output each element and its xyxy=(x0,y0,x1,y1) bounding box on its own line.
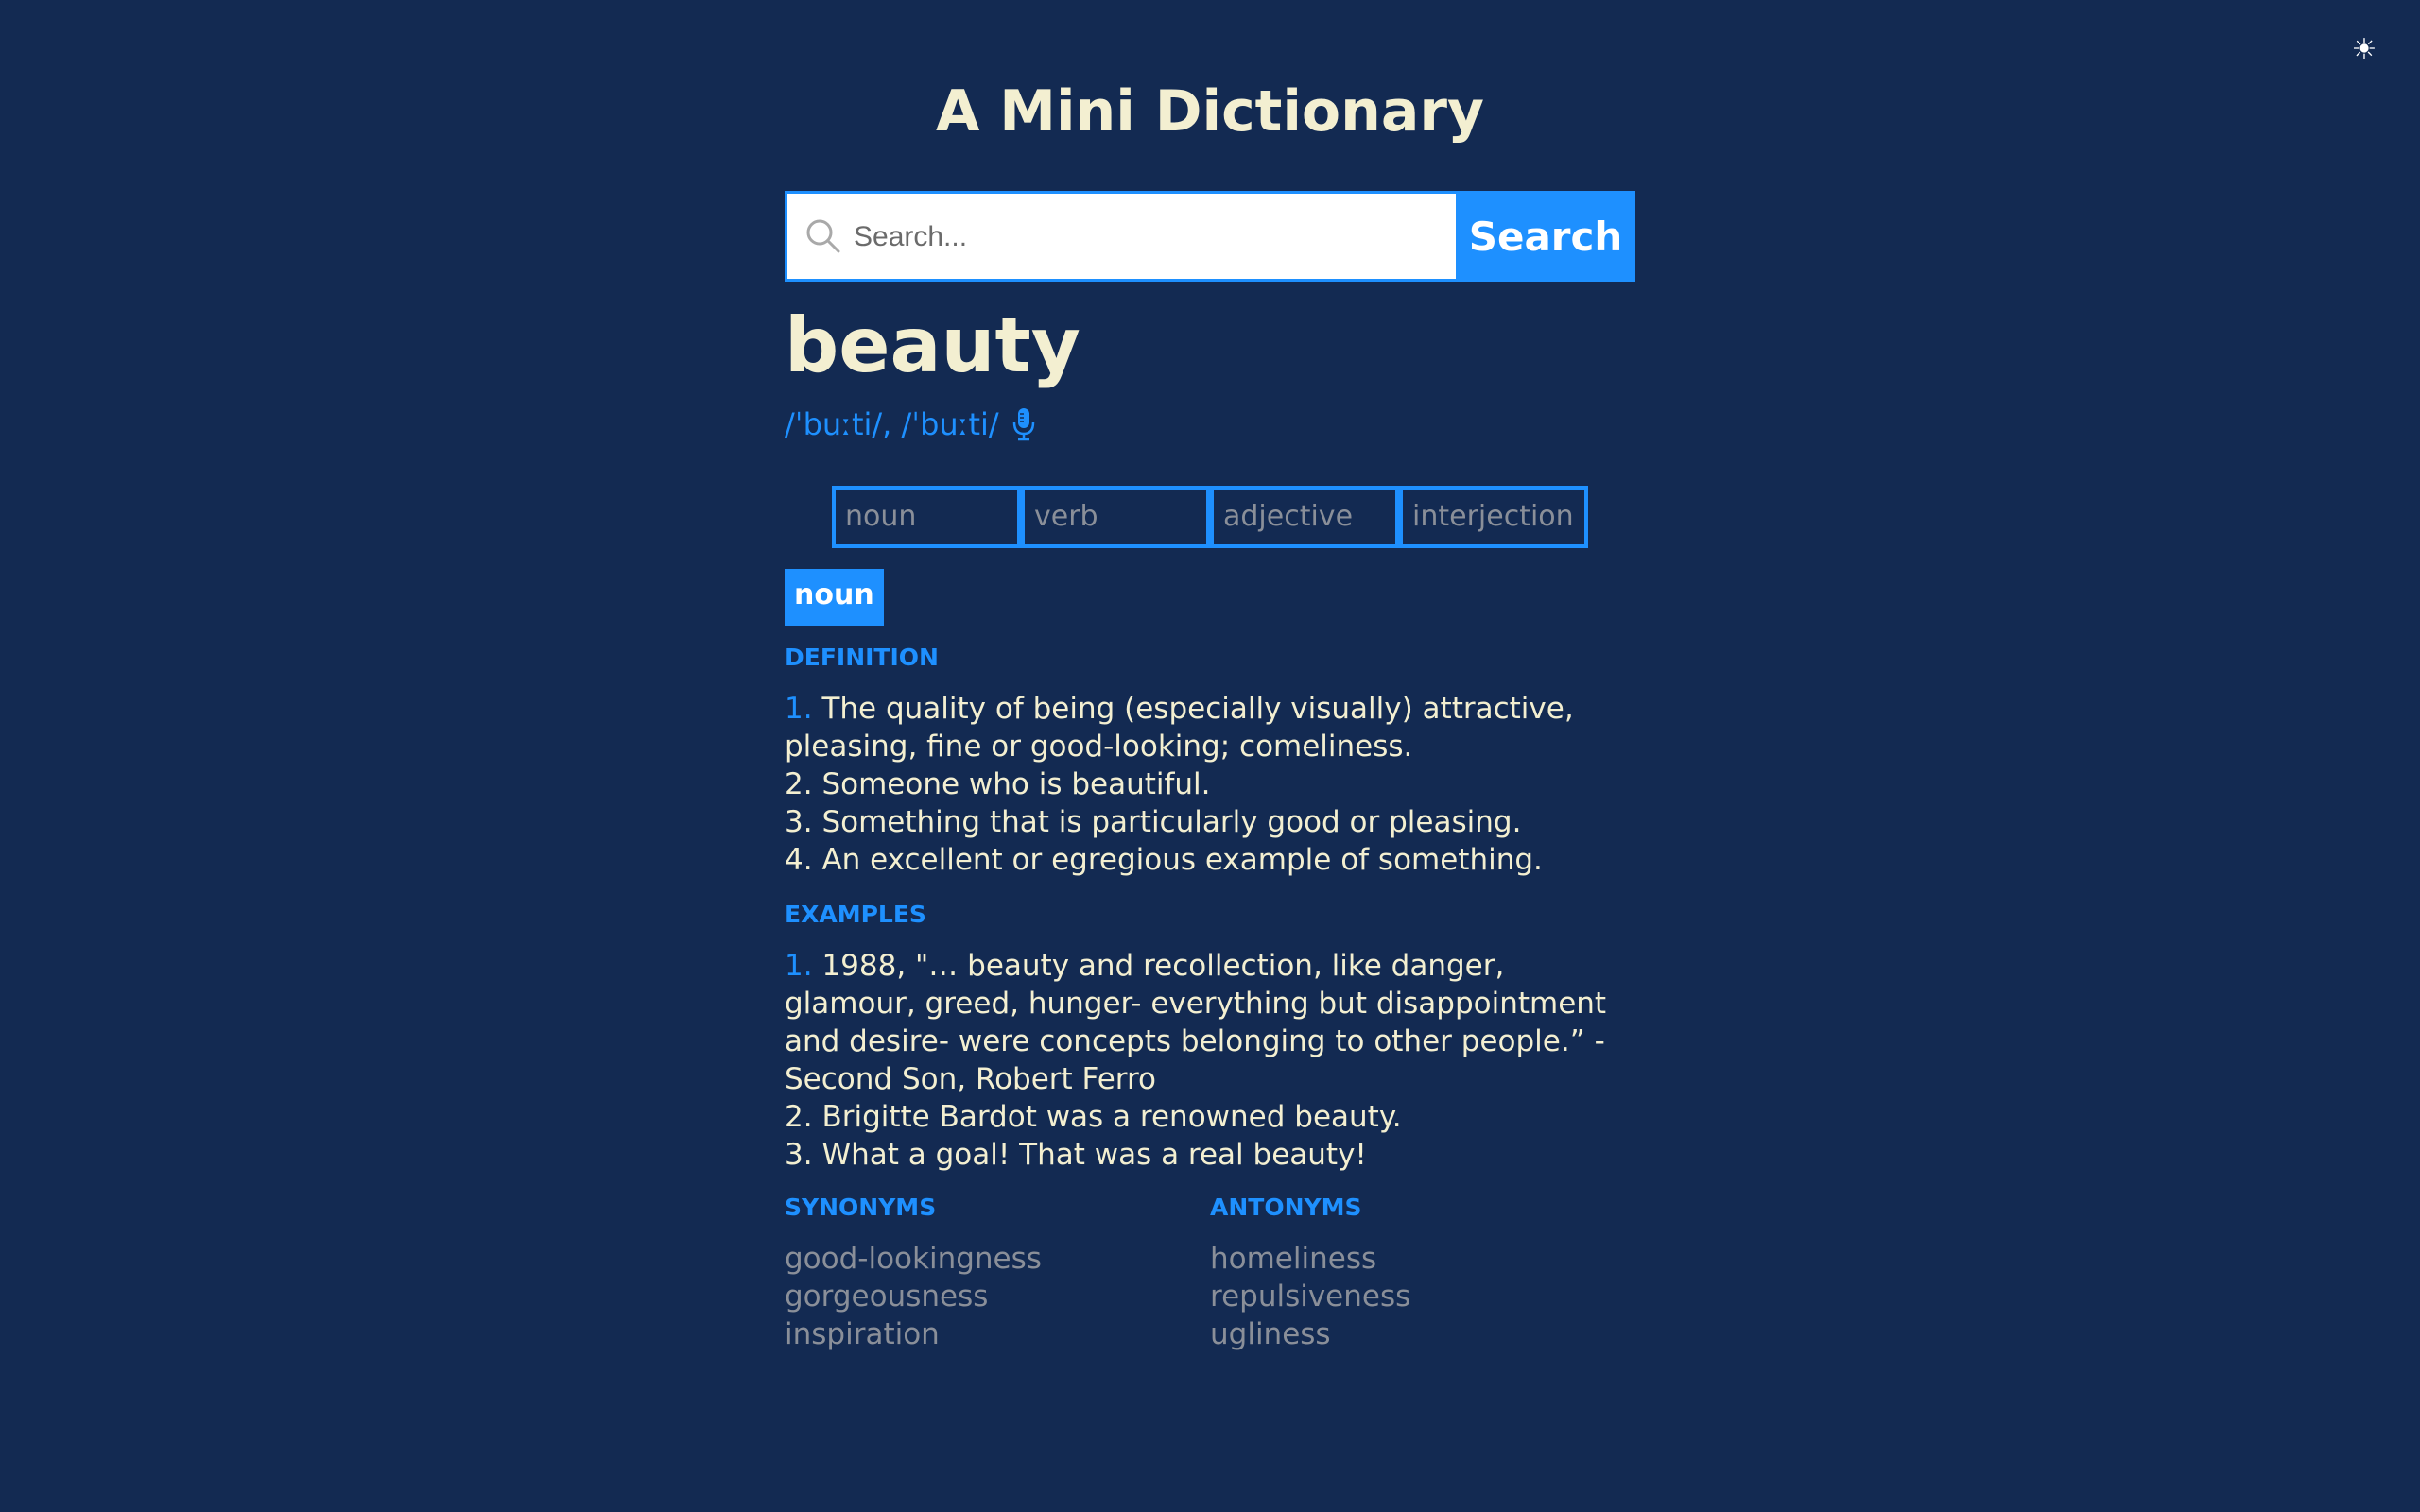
tab-verb[interactable]: verb xyxy=(1021,486,1210,548)
example-number: 3. xyxy=(785,1138,813,1172)
theme-toggle-sun-icon[interactable]: ☀ xyxy=(2350,36,2378,64)
antonyms-heading: ANTONYMS xyxy=(1210,1194,1362,1221)
example-number: 2. xyxy=(785,1100,813,1134)
synonyms-heading: SYNONYMS xyxy=(785,1194,937,1221)
antonym-item[interactable]: homeliness xyxy=(1210,1240,1410,1278)
search-box xyxy=(785,191,1456,282)
example-item: 1. 1988, "… beauty and recollection, lik… xyxy=(785,947,1635,1098)
definition-number: 1. xyxy=(785,692,813,726)
definition-item: 1. The quality of being (especially visu… xyxy=(785,690,1635,765)
active-part-of-speech-badge: noun xyxy=(785,569,884,626)
search-input[interactable] xyxy=(852,194,1442,281)
synonym-item[interactable]: good-lookingness xyxy=(785,1240,1042,1278)
definition-text: An excellent or egregious example of som… xyxy=(821,843,1543,877)
definition-number: 2. xyxy=(785,767,813,801)
example-text: Brigitte Bardot was a renowned beauty. xyxy=(821,1100,1402,1134)
antonym-item[interactable]: ugliness xyxy=(1210,1315,1410,1353)
search-button[interactable]: Search xyxy=(1456,191,1635,282)
definition-item: 3. Something that is particularly good o… xyxy=(785,803,1635,841)
page-title: A Mini Dictionary xyxy=(935,78,1485,145)
definition-number: 4. xyxy=(785,843,813,877)
search-icon xyxy=(806,219,840,253)
search-bar: Search xyxy=(785,191,1635,282)
examples-list: 1. 1988, "… beauty and recollection, lik… xyxy=(785,947,1635,1174)
tab-interjection[interactable]: interjection xyxy=(1399,486,1588,548)
definition-heading: DEFINITION xyxy=(785,644,939,671)
example-text: What a goal! That was a real beauty! xyxy=(821,1138,1367,1172)
definition-item: 4. An excellent or egregious example of … xyxy=(785,841,1635,879)
antonym-item[interactable]: repulsiveness xyxy=(1210,1278,1410,1315)
definition-text: Something that is particularly good or p… xyxy=(821,805,1522,839)
synonym-item[interactable]: inspiration xyxy=(785,1315,1042,1353)
part-of-speech-tabs: noun verb adjective interjection xyxy=(832,486,1588,548)
microphone-icon[interactable] xyxy=(1012,407,1035,441)
synonyms-list: good-lookingness gorgeousness inspiratio… xyxy=(785,1240,1042,1353)
definition-text: Someone who is beautiful. xyxy=(821,767,1211,801)
example-item: 3. What a goal! That was a real beauty! xyxy=(785,1136,1635,1174)
example-number: 1. xyxy=(785,949,813,983)
phonetics-row: /ˈbuːti/, /ˈbuːti/ xyxy=(785,401,1035,448)
definition-item: 2. Someone who is beautiful. xyxy=(785,765,1635,803)
synonym-item[interactable]: gorgeousness xyxy=(785,1278,1042,1315)
definition-number: 3. xyxy=(785,805,813,839)
definition-text: The quality of being (especially visuall… xyxy=(785,692,1574,764)
tab-adjective[interactable]: adjective xyxy=(1210,486,1399,548)
definition-list: 1. The quality of being (especially visu… xyxy=(785,690,1635,879)
example-item: 2. Brigitte Bardot was a renowned beauty… xyxy=(785,1098,1635,1136)
phonetics-text: /ˈbuːti/, /ˈbuːti/ xyxy=(785,406,999,442)
example-text: 1988, "… beauty and recollection, like d… xyxy=(785,949,1607,1096)
entry-word: beauty xyxy=(785,301,1080,389)
tab-noun[interactable]: noun xyxy=(832,486,1021,548)
antonyms-list: homeliness repulsiveness ugliness xyxy=(1210,1240,1410,1353)
examples-heading: EXAMPLES xyxy=(785,901,926,928)
